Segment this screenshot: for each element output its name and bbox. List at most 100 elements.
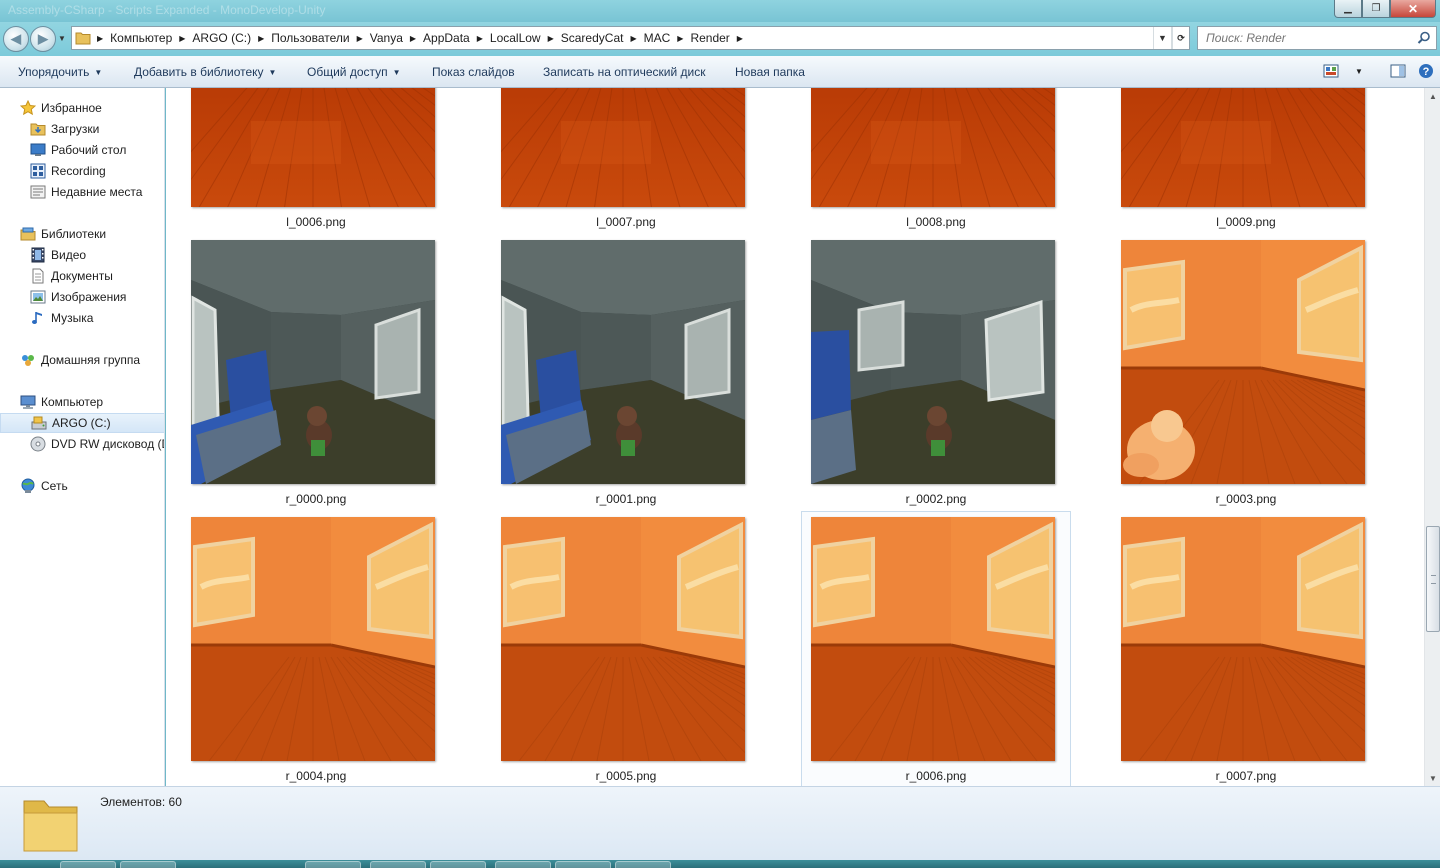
breadcrumb-item[interactable]: AppData bbox=[419, 31, 474, 45]
breadcrumb-item[interactable]: ScaredyCat bbox=[557, 31, 628, 45]
maximize-button[interactable]: ❐ bbox=[1362, 0, 1390, 18]
file-thumbnail[interactable] bbox=[1121, 240, 1365, 484]
nav-drive-c[interactable]: ARGO (C:) bbox=[0, 413, 164, 433]
nav-downloads[interactable]: Загрузки bbox=[30, 119, 164, 139]
file-thumbnail[interactable] bbox=[811, 240, 1055, 484]
nav-documents[interactable]: Документы bbox=[30, 266, 164, 286]
recent-places-icon bbox=[30, 184, 46, 200]
nav-downloads-label: Загрузки bbox=[51, 122, 100, 136]
change-view-button[interactable] bbox=[1320, 60, 1342, 82]
breadcrumb-separator[interactable]: ▶ bbox=[407, 34, 419, 43]
breadcrumb-item[interactable]: Vanya bbox=[366, 31, 407, 45]
file-name[interactable]: r_0007.png bbox=[1096, 769, 1396, 783]
nav-images[interactable]: Изображения bbox=[30, 287, 164, 307]
search-input[interactable] bbox=[1198, 27, 1408, 49]
file-thumbnail[interactable] bbox=[811, 88, 1055, 207]
file-name[interactable]: l_0009.png bbox=[1096, 215, 1396, 229]
taskbar-button[interactable] bbox=[495, 861, 551, 868]
view-options-dropdown[interactable]: ▼ bbox=[1348, 60, 1370, 82]
nav-favorites[interactable]: Избранное bbox=[20, 98, 164, 118]
breadcrumb-separator[interactable]: ▶ bbox=[627, 34, 639, 43]
address-history-dropdown[interactable]: ▼ bbox=[1153, 27, 1171, 49]
breadcrumb-separator[interactable]: ▶ bbox=[94, 34, 106, 43]
nav-recent-places[interactable]: Недавние места bbox=[30, 182, 164, 202]
breadcrumb-separator[interactable]: ▶ bbox=[176, 34, 188, 43]
file-name[interactable]: l_0006.png bbox=[166, 215, 466, 229]
nav-libraries[interactable]: Библиотеки bbox=[20, 224, 164, 244]
file-thumbnail[interactable] bbox=[501, 88, 745, 207]
back-arrow-icon: ◀ bbox=[11, 31, 21, 46]
file-name[interactable]: r_0006.png bbox=[786, 769, 1086, 783]
breadcrumb-item[interactable]: ARGO (C:) bbox=[188, 31, 255, 45]
slideshow-button[interactable]: Показ слайдов bbox=[432, 65, 515, 79]
nav-music[interactable]: Музыка bbox=[30, 308, 164, 328]
nav-dvd-drive[interactable]: DVD RW дисковод (D bbox=[30, 434, 164, 454]
nav-video[interactable]: Видео bbox=[30, 245, 164, 265]
minimize-button[interactable]: ▁ bbox=[1334, 0, 1362, 18]
recent-pages-dropdown[interactable]: ▼ bbox=[58, 34, 66, 43]
taskbar-button[interactable] bbox=[615, 861, 671, 868]
breadcrumb-separator[interactable]: ▶ bbox=[474, 34, 486, 43]
forward-arrow-icon: ▶ bbox=[38, 31, 48, 46]
scrollbar-thumb[interactable] bbox=[1426, 526, 1440, 632]
file-name[interactable]: r_0003.png bbox=[1096, 492, 1396, 506]
preview-pane-button[interactable] bbox=[1387, 60, 1409, 82]
refresh-button[interactable]: ⟳ bbox=[1171, 27, 1189, 49]
breadcrumb-item[interactable]: LocalLow bbox=[486, 31, 545, 45]
file-name[interactable]: r_0000.png bbox=[166, 492, 466, 506]
breadcrumb-item[interactable]: Render bbox=[686, 31, 733, 45]
nav-network[interactable]: Сеть bbox=[20, 476, 164, 496]
back-button[interactable]: ◀ bbox=[3, 26, 29, 52]
file-thumbnail[interactable] bbox=[1121, 517, 1365, 761]
taskbar-button[interactable] bbox=[60, 861, 116, 868]
file-name[interactable]: r_0004.png bbox=[166, 769, 466, 783]
new-folder-button[interactable]: Новая папка bbox=[735, 65, 805, 79]
file-thumbnail[interactable] bbox=[501, 517, 745, 761]
share-button[interactable]: Общий доступ ▼ bbox=[307, 65, 401, 79]
taskbar-button[interactable] bbox=[555, 861, 611, 868]
file-thumbnail[interactable] bbox=[191, 88, 435, 207]
burn-button[interactable]: Записать на оптический диск bbox=[543, 65, 706, 79]
nav-desktop[interactable]: Рабочий стол bbox=[30, 140, 164, 160]
breadcrumb-item[interactable]: Пользователи bbox=[267, 31, 353, 45]
nav-homegroup[interactable]: Домашняя группа bbox=[20, 350, 164, 370]
breadcrumb-separator[interactable]: ▶ bbox=[674, 34, 686, 43]
breadcrumb-separator[interactable]: ▶ bbox=[734, 34, 746, 43]
file-thumbnail[interactable] bbox=[191, 517, 435, 761]
taskbar-button[interactable] bbox=[370, 861, 426, 868]
file-name[interactable]: r_0002.png bbox=[786, 492, 1086, 506]
scroll-down-button[interactable]: ▼ bbox=[1425, 770, 1440, 786]
taskbar-button[interactable] bbox=[120, 861, 176, 868]
nav-recording-label: Recording bbox=[51, 164, 106, 178]
organize-button[interactable]: Упорядочить ▼ bbox=[18, 65, 102, 79]
file-thumbnail[interactable] bbox=[191, 240, 435, 484]
breadcrumb-separator[interactable]: ▶ bbox=[545, 34, 557, 43]
breadcrumb-item[interactable]: Компьютер bbox=[106, 31, 176, 45]
close-button[interactable]: ✕ bbox=[1390, 0, 1436, 18]
add-to-library-button[interactable]: Добавить в библиотеку ▼ bbox=[134, 65, 276, 79]
breadcrumb-item[interactable]: MAC bbox=[640, 31, 675, 45]
downloads-folder-icon bbox=[30, 121, 46, 137]
file-thumbnail[interactable] bbox=[501, 240, 745, 484]
scroll-up-button[interactable]: ▲ bbox=[1425, 88, 1440, 104]
vertical-scrollbar[interactable]: ▲ ▼ bbox=[1424, 88, 1440, 786]
organize-label: Упорядочить bbox=[18, 65, 90, 79]
breadcrumb-separator[interactable]: ▶ bbox=[354, 34, 366, 43]
file-thumbnail[interactable] bbox=[1121, 88, 1365, 207]
file-thumbnail[interactable] bbox=[811, 517, 1055, 761]
file-name[interactable]: l_0008.png bbox=[786, 215, 1086, 229]
address-bar[interactable]: ▶ Компьютер ▶ ARGO (C:) ▶ Пользователи ▶ Vanya… bbox=[71, 26, 1190, 50]
taskbar-button[interactable] bbox=[305, 861, 361, 868]
nav-recording[interactable]: Recording bbox=[30, 161, 164, 181]
file-name[interactable]: r_0001.png bbox=[476, 492, 776, 506]
images-icon bbox=[30, 289, 46, 305]
breadcrumb-separator[interactable]: ▶ bbox=[255, 34, 267, 43]
forward-button[interactable]: ▶ bbox=[30, 26, 56, 52]
search-icon[interactable] bbox=[1417, 31, 1431, 48]
taskbar-button[interactable] bbox=[430, 861, 486, 868]
file-name[interactable]: r_0005.png bbox=[476, 769, 776, 783]
help-button[interactable]: ? bbox=[1415, 60, 1437, 82]
nav-computer[interactable]: Компьютер bbox=[20, 392, 164, 412]
file-name[interactable]: l_0007.png bbox=[476, 215, 776, 229]
preview-pane-icon bbox=[1390, 64, 1406, 78]
